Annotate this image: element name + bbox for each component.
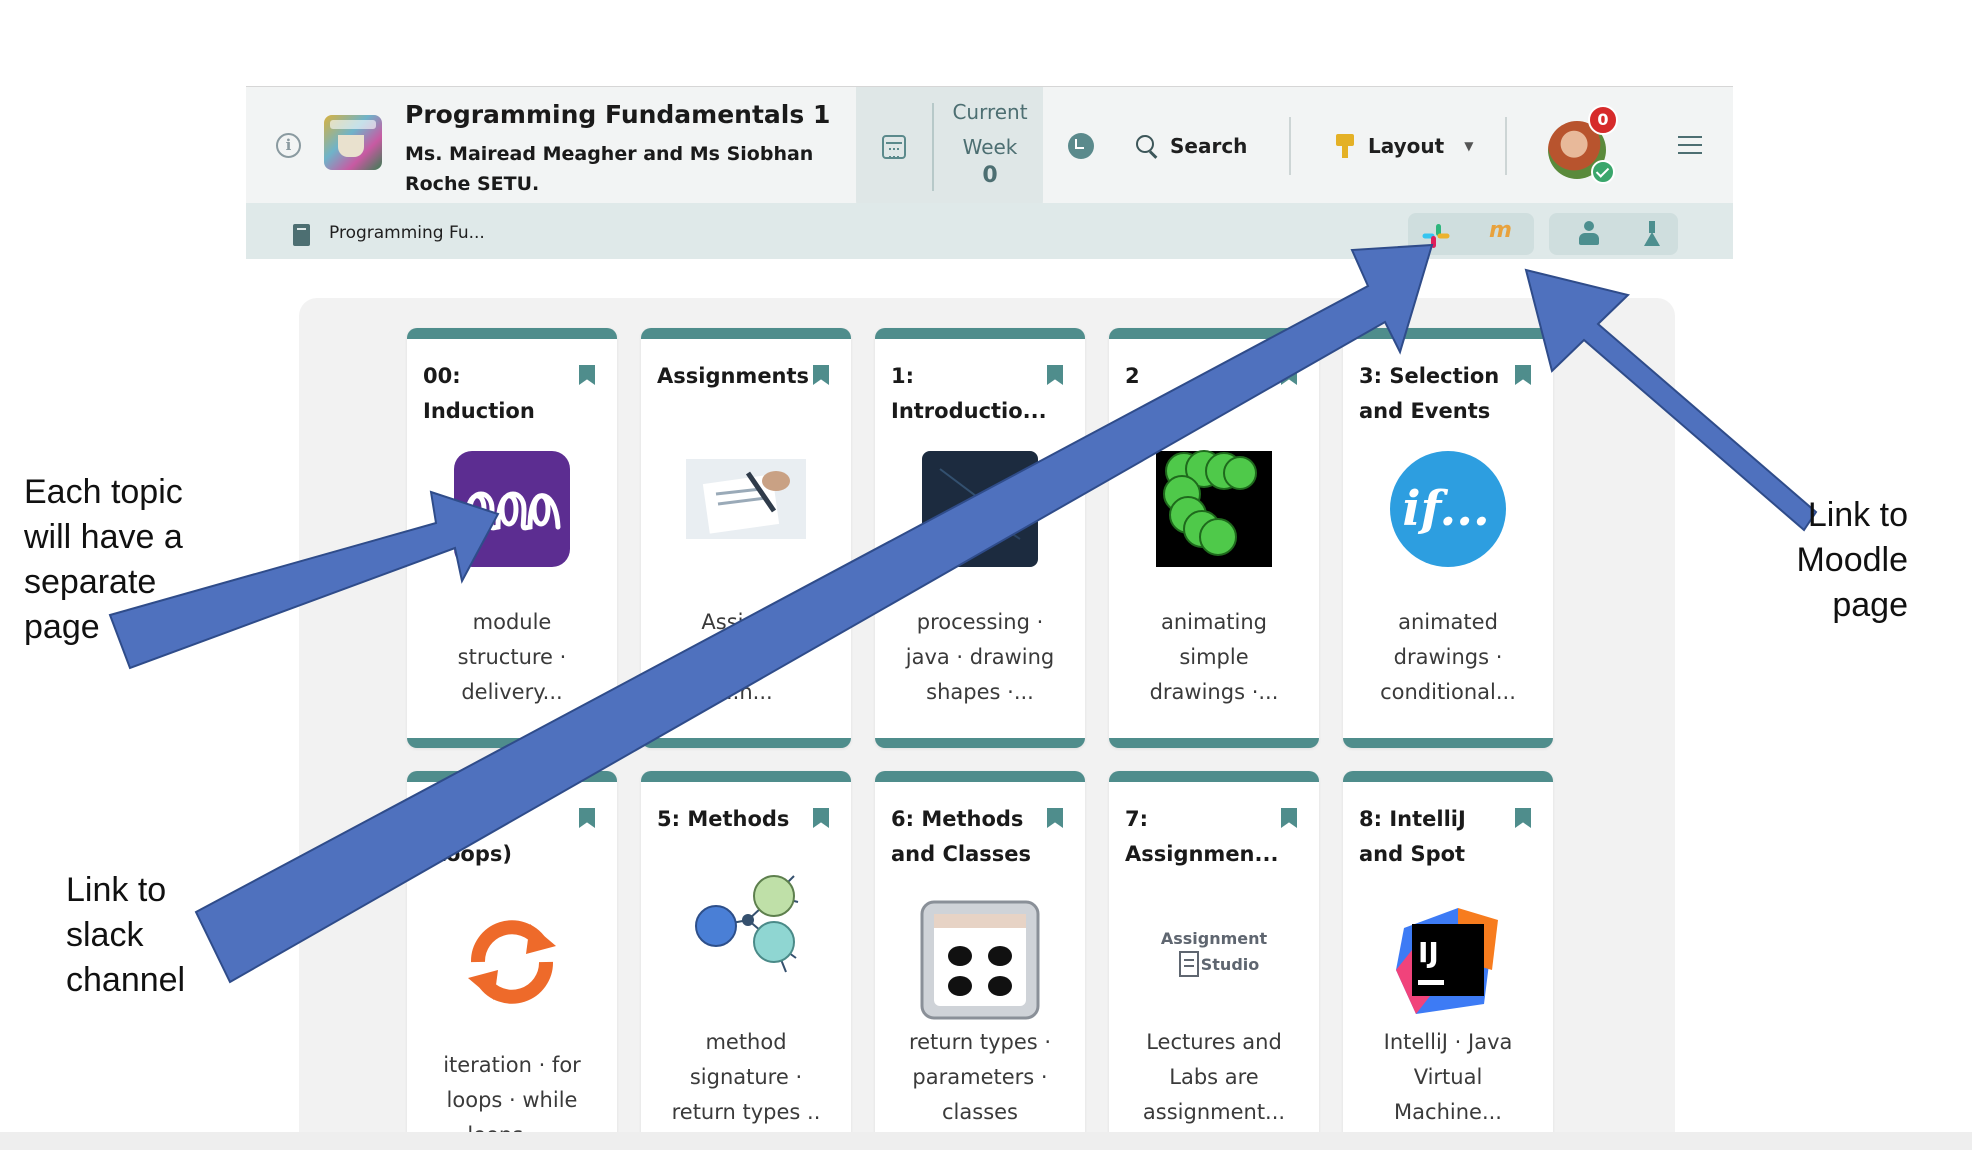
topic-title: 6: Methods and Classes	[891, 807, 1031, 866]
topic-description: Lectures and Labs are assignment...	[1142, 1030, 1286, 1124]
topic-card[interactable]: 5: Methods method signature · return typ…	[641, 771, 851, 1150]
course-thumbnail	[324, 115, 382, 170]
header-divider	[1505, 117, 1507, 175]
assignment-studio-logo: Assignment Studio	[1161, 929, 1268, 977]
bookmark-icon[interactable]	[1281, 365, 1297, 385]
page-bottom-strip	[0, 1132, 1972, 1150]
layout-dropdown[interactable]: Layout ▼	[1336, 131, 1473, 161]
topic-title: 8: IntelliJ and Spot	[1359, 807, 1466, 866]
if-logo: if...	[1390, 451, 1506, 567]
dark-computer-photo	[922, 451, 1038, 567]
svg-text:Studio: Studio	[1201, 955, 1260, 974]
course-lecturers: Ms. Mairead Meagher and Ms Siobhan Roche…	[405, 143, 814, 195]
bookmark-icon[interactable]	[1047, 365, 1063, 385]
topic-title: 00: Induction	[423, 364, 535, 423]
notification-badge[interactable]: 0	[1588, 105, 1618, 135]
paint-roller-icon	[1336, 134, 1354, 158]
moodle-icon[interactable]: m	[1489, 218, 1512, 243]
topic-title: Assignments	[657, 364, 810, 388]
search-label: Search	[1170, 134, 1248, 158]
week-divider	[932, 103, 934, 191]
topic-description: Assignm de ...n...	[701, 610, 791, 704]
topic-title: 3: Selection and Events	[1359, 364, 1500, 423]
network-nodes-icon	[695, 875, 799, 973]
app-screen: i Programming Fundamentals 1 Ms. Mairead…	[246, 86, 1733, 1150]
annotation-moodle: Link to Moodle page	[1796, 496, 1908, 624]
topic-title: ...tion (Loops)	[423, 807, 512, 866]
topic-card[interactable]: 8: IntelliJ and Spot IJ IntelliJ · Java …	[1343, 771, 1553, 1150]
bookmark-icon[interactable]	[1281, 808, 1297, 828]
bookmark-icon[interactable]	[579, 808, 595, 828]
search-button[interactable]: Search	[1136, 131, 1247, 161]
course-title: Programming Fundamentals 1	[405, 100, 831, 129]
caret-down-icon: ▼	[1464, 139, 1474, 153]
current-week-panel[interactable]: Current Week 0	[856, 87, 1043, 211]
bookmark-icon[interactable]	[813, 365, 829, 385]
topic-card[interactable]: 00: Induction module structure · deliver…	[407, 328, 617, 748]
topic-card[interactable]: 2 animating simple drawings ·...	[1109, 328, 1319, 748]
book-icon	[293, 224, 310, 246]
slack-icon[interactable]	[1422, 224, 1450, 248]
annotation-topic-page: Each topic will have a separate page	[24, 473, 183, 646]
bingo-balls-image	[920, 900, 1040, 1020]
topic-description: processing · java · drawing shapes ·...	[905, 610, 1055, 704]
hamburger-menu-icon[interactable]	[1678, 136, 1702, 154]
topic-title: 5: Methods	[657, 807, 790, 831]
assistant-icon[interactable]	[1577, 221, 1601, 247]
green-circles-animation	[1156, 450, 1272, 567]
topic-description: return types · parameters · classes	[908, 1030, 1052, 1124]
spiral-icon	[454, 451, 570, 567]
topic-description: method signature · return types ..	[671, 1030, 821, 1124]
topic-description: animated drawings · conditional...	[1380, 610, 1516, 704]
topic-description: module structure · delivery...	[457, 610, 567, 704]
svg-text:IJ: IJ	[1418, 936, 1439, 969]
bookmark-icon[interactable]	[813, 808, 829, 828]
topic-title: 1: Introductio...	[891, 364, 1047, 423]
bookmark-icon[interactable]	[1515, 808, 1531, 828]
layout-label: Layout	[1368, 134, 1445, 158]
breadcrumb[interactable]: Programming Fu...	[329, 223, 485, 243]
alarm-clock-icon[interactable]	[1068, 133, 1094, 159]
bookmark-icon[interactable]	[579, 365, 595, 385]
header-divider	[1289, 117, 1291, 175]
annotation-slack: Link to slack channel	[66, 871, 186, 999]
intellij-logo: IJ	[1396, 908, 1498, 1014]
current-week-label: Current Week	[952, 100, 1028, 159]
topic-card[interactable]: 7: Assignmen... Assignment Studio Lectur…	[1109, 771, 1319, 1150]
online-check-icon	[1591, 160, 1615, 184]
topic-card[interactable]: 1: Introductio... processing · java · dr…	[875, 328, 1085, 748]
lab-flask-icon[interactable]	[1643, 221, 1661, 247]
topics-grid: 00: Induction module structure · deliver…	[299, 298, 1675, 1150]
course-header: i Programming Fundamentals 1 Ms. Mairead…	[246, 87, 1733, 211]
topic-card[interactable]: Assignments Assignm de ...n...	[641, 328, 851, 748]
svg-text:if...: if...	[1402, 481, 1489, 537]
loop-arrows-icon	[468, 920, 556, 1004]
svg-text:Assignment: Assignment	[1161, 929, 1268, 948]
calendar-icon[interactable]	[882, 135, 906, 159]
current-week-number: 0	[982, 163, 998, 188]
topic-description: animating simple drawings ·...	[1149, 610, 1279, 704]
search-icon	[1136, 135, 1158, 157]
topic-card[interactable]: 3: Selection and Events if... animated d…	[1343, 328, 1553, 748]
topic-title: 7: Assignmen...	[1125, 807, 1279, 866]
topic-card[interactable]: 6: Methods and Classes return types · pa…	[875, 771, 1085, 1150]
bookmark-icon[interactable]	[1515, 365, 1531, 385]
document-signing-photo	[686, 459, 806, 539]
topic-card[interactable]: ...tion (Loops) iteration · for loops · …	[407, 771, 617, 1150]
topic-description: IntelliJ · Java Virtual Machine...	[1383, 1030, 1513, 1124]
info-icon[interactable]: i	[276, 133, 301, 158]
bookmark-icon[interactable]	[1047, 808, 1063, 828]
topic-title: 2	[1125, 364, 1140, 388]
